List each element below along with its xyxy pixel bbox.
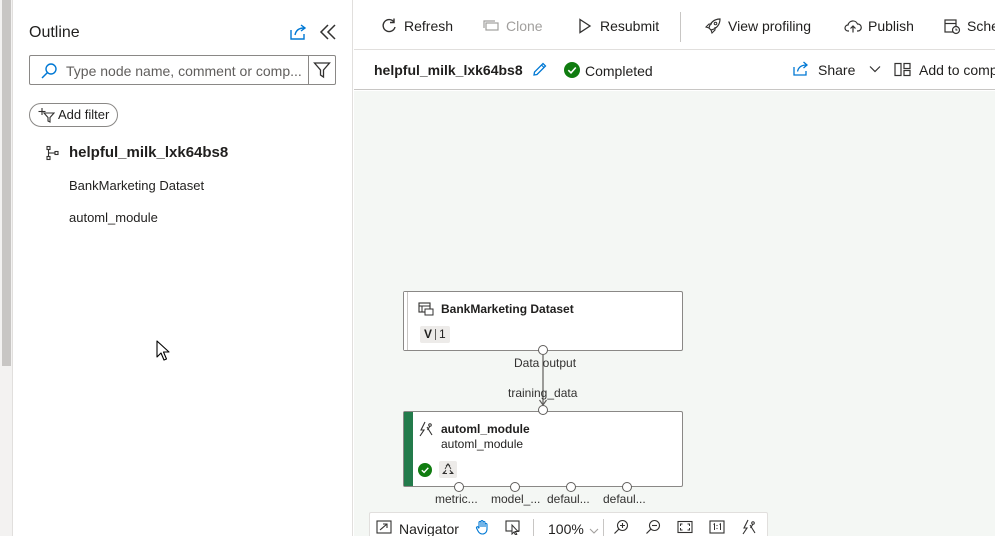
share-icon: [793, 61, 808, 76]
toolbar-divider: [680, 12, 681, 42]
zoom-in-icon: [614, 519, 629, 534]
left-scrollbar-thumb[interactable]: [2, 0, 11, 366]
navigator-divider: [603, 519, 604, 536]
search-icon: [41, 63, 57, 79]
app-root: Outline Add: [0, 0, 995, 536]
schedule-label: Sche: [967, 18, 995, 34]
zoom-in-button[interactable]: [613, 519, 629, 536]
reused-badge: [439, 461, 457, 478]
output-port-label-3: defaul...: [547, 492, 590, 506]
pan-tool[interactable]: [474, 519, 490, 536]
actual-size-button[interactable]: [709, 519, 725, 536]
add-filter-label: Add filter: [58, 107, 110, 122]
zoom-out-icon: [646, 519, 661, 534]
version-prefix: V: [424, 327, 433, 341]
completed-check-icon: [418, 463, 432, 477]
outline-item-module[interactable]: automl_module: [69, 210, 158, 225]
add-to-component-label: Add to comp: [919, 62, 995, 78]
completed-check-icon: [564, 62, 580, 78]
output-port-2[interactable]: [510, 482, 520, 492]
zoom-level[interactable]: 100%: [548, 521, 584, 536]
output-port-1[interactable]: [454, 482, 464, 492]
fit-screen-icon: [677, 520, 693, 534]
collapse-panel-icon[interactable]: [318, 22, 338, 42]
resubmit-label: Resubmit: [600, 18, 660, 34]
pipeline-icon: [46, 145, 59, 161]
hand-icon: [475, 519, 488, 535]
automl-icon: [419, 421, 433, 437]
mouse-cursor-icon: [156, 340, 170, 361]
output-port-label-4: defaul...: [603, 492, 646, 506]
dataset-node-title: BankMarketing Dataset: [441, 302, 574, 316]
navigator-divider: [533, 519, 534, 536]
outline-title: Outline: [29, 24, 80, 41]
module-status-bar: [404, 412, 413, 486]
outline-search-input[interactable]: [66, 61, 302, 81]
refresh-label: Refresh: [404, 18, 454, 34]
add-filter-icon: [38, 108, 55, 123]
module-node-title: automl_module: [441, 422, 530, 436]
dataset-node[interactable]: BankMarketing Dataset V1: [403, 291, 683, 351]
automl-module-node[interactable]: automl_module automl_module: [403, 411, 683, 487]
search-divider: [308, 56, 309, 84]
share-icon[interactable]: [288, 22, 308, 42]
module-node-subtitle: automl_module: [441, 437, 524, 451]
output-port-3[interactable]: [566, 482, 576, 492]
edit-icon[interactable]: [531, 61, 548, 78]
publish-label: Publish: [868, 18, 914, 34]
zoom-out-button[interactable]: [645, 519, 661, 536]
output-port-label-1: metric...: [435, 492, 478, 506]
component-icon: [894, 62, 911, 77]
pipeline-canvas[interactable]: BankMarketing Dataset V1 Data output tra…: [354, 91, 995, 536]
outline-item-dataset[interactable]: BankMarketing Dataset: [69, 178, 204, 193]
output-port-4[interactable]: [622, 482, 632, 492]
chevron-down-icon: [869, 66, 881, 73]
outline-search-box: [29, 55, 336, 85]
version-badge: V1: [420, 326, 450, 343]
dataset-node-bar: [404, 292, 408, 350]
share-label: Share: [818, 62, 856, 78]
refresh-icon: [382, 18, 396, 33]
outline-panel: Outline Add: [13, 0, 353, 536]
left-scrollbar[interactable]: [0, 0, 13, 536]
input-port-label: training_data: [508, 386, 578, 400]
version-separator: [435, 329, 437, 341]
select-tool[interactable]: [505, 519, 521, 536]
auto-layout-button[interactable]: [741, 519, 757, 536]
chevron-down-icon: [589, 528, 599, 534]
run-name: helpful_milk_lxk64bs8: [374, 62, 523, 78]
navigator-toggle[interactable]: [376, 519, 392, 536]
navigator-icon: [376, 520, 392, 534]
filter-icon[interactable]: [313, 61, 331, 79]
clone-icon: [483, 20, 499, 31]
output-port-label-2: model_...: [491, 492, 541, 506]
play-icon: [579, 18, 592, 34]
version-number: 1: [439, 327, 446, 341]
clone-label: Clone: [506, 18, 543, 34]
view-profiling-label: View profiling: [728, 18, 812, 34]
navigator-label[interactable]: Navigator: [399, 521, 459, 536]
input-port-training-data[interactable]: [538, 405, 548, 415]
zoom-dropdown[interactable]: [589, 522, 599, 536]
run-status: Completed: [585, 63, 653, 79]
output-port-label: Data output: [514, 356, 577, 370]
auto-layout-icon: [742, 519, 756, 535]
calendar-clock-icon: [944, 19, 961, 35]
dataset-icon: [418, 302, 434, 316]
cloud-upload-icon: [844, 20, 862, 33]
navigator-toolbar: Navigator 100%: [369, 512, 768, 536]
output-port-data[interactable]: [538, 345, 548, 355]
actual-size-icon: [709, 520, 725, 534]
pipeline-toolbar: Refresh Clone Resubmit View profiling Pu…: [354, 0, 995, 50]
recycle-icon: [442, 463, 454, 474]
run-header: helpful_milk_lxk64bs8 Completed Share Ad…: [354, 50, 995, 90]
outline-root-label: helpful_milk_lxk64bs8: [69, 144, 229, 161]
add-filter-button[interactable]: Add filter: [29, 103, 119, 127]
select-pointer-icon: [505, 520, 520, 536]
rocket-icon: [704, 18, 721, 35]
fit-to-screen-button[interactable]: [677, 519, 693, 536]
